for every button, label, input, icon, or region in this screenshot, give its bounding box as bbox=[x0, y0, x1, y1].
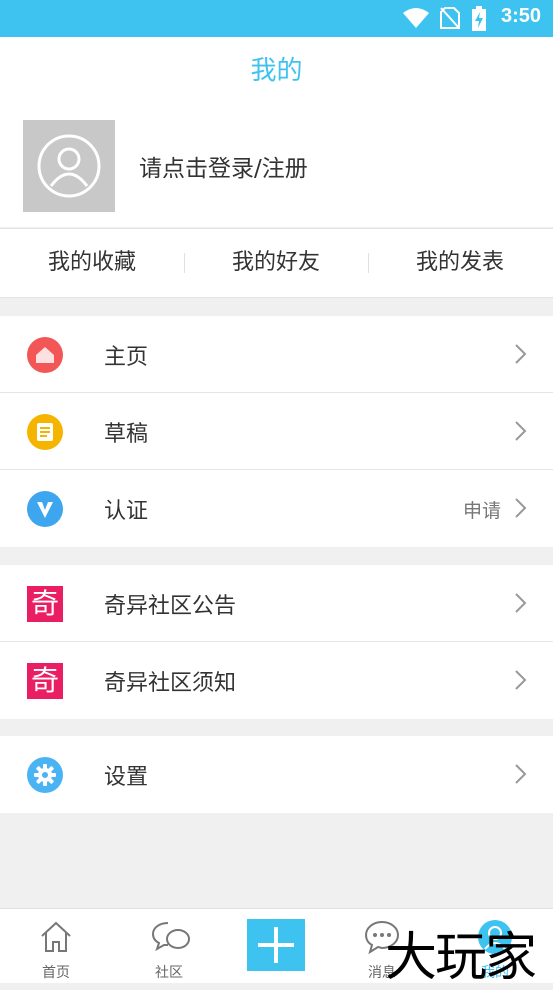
menu-item-label: 奇异社区须知 bbox=[104, 671, 237, 696]
avatar[interactable] bbox=[23, 120, 115, 212]
chevron-right-icon bbox=[515, 764, 527, 784]
status-time: 3:50 bbox=[500, 5, 541, 27]
menu-item-label: 主页 bbox=[104, 345, 149, 370]
gear-icon bbox=[27, 757, 63, 793]
menu-item-home[interactable]: 主页 bbox=[0, 316, 553, 393]
home-outline-icon bbox=[41, 921, 71, 952]
my-friends-link[interactable]: 我的好友 bbox=[184, 229, 368, 299]
user-placeholder-icon bbox=[37, 134, 101, 198]
my-posts-link[interactable]: 我的发表 bbox=[368, 229, 552, 299]
tab-home[interactable]: 首页 bbox=[1, 909, 111, 984]
no-sim-icon bbox=[440, 7, 460, 29]
profile-section[interactable]: 请点击登录/注册 bbox=[0, 105, 553, 227]
menu-item-drafts[interactable]: 草稿 bbox=[0, 393, 553, 470]
menu-group-main: 主页 草稿 认证 申请 bbox=[0, 316, 553, 547]
menu-item-announcement[interactable]: 奇 奇异社区公告 bbox=[0, 565, 553, 642]
post-plus-button[interactable] bbox=[247, 919, 305, 971]
my-favorites-link[interactable]: 我的收藏 bbox=[0, 229, 184, 299]
chevron-right-icon bbox=[515, 670, 527, 690]
chevron-right-icon bbox=[515, 498, 527, 518]
menu-item-label: 设置 bbox=[104, 765, 149, 790]
menu-item-label: 奇异社区公告 bbox=[104, 594, 237, 619]
menu-item-label: 认证 bbox=[104, 499, 149, 524]
menu-group-community: 奇 奇异社区公告 奇 奇异社区须知 bbox=[0, 565, 553, 719]
chevron-right-icon bbox=[515, 344, 527, 364]
apply-label: 申请 bbox=[462, 500, 501, 522]
watermark-text: 大玩家 bbox=[385, 928, 537, 988]
login-register-link[interactable]: 请点击登录/注册 bbox=[139, 149, 308, 183]
community-icon bbox=[151, 922, 190, 952]
qi-icon: 奇 bbox=[27, 663, 63, 699]
home-icon bbox=[27, 337, 63, 373]
tab-community[interactable]: 社区 bbox=[114, 909, 224, 984]
menu-item-label: 草稿 bbox=[104, 422, 149, 447]
wifi-icon bbox=[403, 8, 429, 28]
tab-label: 首页 bbox=[42, 965, 70, 981]
tab-label: 社区 bbox=[155, 965, 183, 981]
menu-item-verify[interactable]: 认证 申请 bbox=[0, 470, 553, 547]
quick-links: 我的收藏 我的好友 我的发表 bbox=[0, 228, 553, 298]
verify-icon bbox=[27, 491, 63, 527]
battery-charging-icon bbox=[472, 6, 486, 31]
menu-item-settings[interactable]: 设置 bbox=[0, 736, 553, 813]
menu-group-settings: 设置 bbox=[0, 736, 553, 813]
chevron-right-icon bbox=[515, 421, 527, 441]
page-title: 我的 bbox=[0, 37, 553, 105]
qi-icon: 奇 bbox=[27, 586, 63, 622]
status-bar: 3:50 bbox=[0, 0, 553, 37]
chevron-right-icon bbox=[515, 593, 527, 613]
plus-icon bbox=[258, 927, 294, 963]
draft-icon bbox=[27, 414, 63, 450]
menu-item-guidelines[interactable]: 奇 奇异社区须知 bbox=[0, 642, 553, 719]
